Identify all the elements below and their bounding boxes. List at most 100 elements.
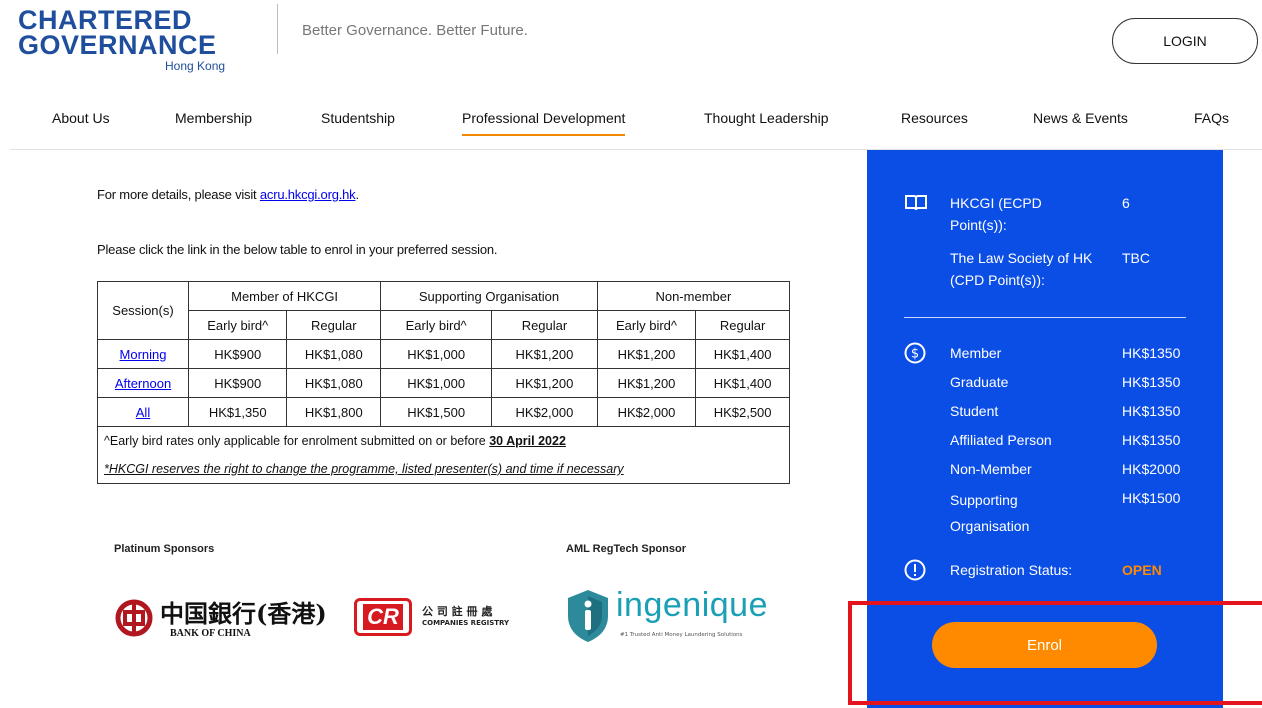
cpd-value-hkcgi: 6 (1122, 195, 1130, 211)
boc-emblem-icon (115, 599, 153, 637)
fee-cell: HK$1,200 (596, 339, 697, 369)
note1-prefix: ^Early bird rates only applicable for en… (104, 434, 490, 448)
fee-cell: HK$2,000 (596, 397, 697, 427)
fee-cell: HK$1,080 (286, 368, 382, 398)
nav-item-membership[interactable]: Membership (175, 110, 252, 126)
subheader: Regular (286, 310, 382, 340)
dollar-icon: $ (904, 342, 926, 364)
fee-cell: HK$1,200 (491, 368, 598, 398)
header-group: Member of HKCGI (187, 281, 382, 311)
boc-chinese-name: 中国銀行(香港) (160, 599, 327, 628)
fee-label: Supporting Organisation (950, 492, 1030, 534)
fee-cell: HK$1,350 (187, 397, 288, 427)
nav-item-about-us[interactable]: About Us (52, 110, 110, 126)
platinum-sponsors-label: Platinum Sponsors (114, 543, 215, 555)
fee-cell: HK$1,200 (491, 339, 598, 369)
site-logo[interactable]: CHARTERED GOVERNANCE Hong Kong (18, 6, 258, 80)
cpd-label-law-society: The Law Society of HK (CPD Point(s)): (950, 250, 1093, 288)
fee-cell: HK$1,400 (695, 339, 790, 369)
nav-item-news-events[interactable]: News & Events (1033, 110, 1128, 126)
logo-line-2: GOVERNANCE (18, 30, 217, 60)
ingenique-shield-icon (568, 590, 608, 642)
header-group: Supporting Organisation (380, 281, 598, 311)
cr-badge-icon: CR (354, 598, 412, 636)
fee-cell: HK$1,000 (380, 368, 493, 398)
session-link-afternoon[interactable]: Afternoon (115, 376, 171, 391)
header-group: Non-member (596, 281, 791, 311)
table-note-row: *HKCGI reserves the right to change the … (97, 455, 790, 484)
fee-cell: HK$1,080 (286, 339, 382, 369)
fee-cell: HK$1,000 (380, 339, 493, 369)
fee-cell: HK$1,400 (695, 368, 790, 398)
cr-letters: CR (363, 604, 403, 630)
table-header-row: Session(s) Member of HKCGI Supporting Or… (97, 281, 791, 340)
nav-item-professional-development[interactable]: Professional Development (462, 110, 626, 136)
note2-text: *HKCGI reserves the right to change the … (104, 462, 624, 476)
ingenique-name: ingenique (616, 586, 768, 624)
fee-cell: HK$1,200 (596, 368, 697, 398)
subheader: Early bird^ (187, 310, 288, 340)
fee-cell: HK$2,000 (491, 397, 598, 427)
fee-cell: HK$2,500 (695, 397, 790, 427)
cpd-label-hkcgi: HKCGI (ECPD Point(s)): (950, 195, 1042, 233)
fee-label: Non-Member (950, 461, 1032, 477)
boc-english-name: BANK OF CHINA (170, 628, 251, 639)
nav-item-studentship[interactable]: Studentship (321, 110, 395, 126)
exclamation-icon (904, 559, 926, 581)
svg-text:$: $ (911, 347, 919, 362)
ingenique-tagline: #1 Trusted Anti Money Laundering Solutio… (620, 632, 743, 638)
details-link[interactable]: acru.hkcgi.org.hk (260, 187, 356, 202)
nav-item-faqs[interactable]: FAQs (1194, 110, 1229, 126)
companies-registry-logo[interactable]: CR 公 司 註 冊 處 COMPANIES REGISTRY (354, 598, 544, 638)
ingenique-logo[interactable]: ingenique #1 Trusted Anti Money Launderi… (566, 586, 778, 644)
table-row: Morning HK$900 HK$1,080 HK$1,000 HK$1,20… (97, 339, 790, 369)
table-row: Afternoon HK$900 HK$1,080 HK$1,000 HK$1,… (97, 368, 790, 398)
fee-cell: HK$900 (187, 368, 288, 398)
cpd-value-law-society: TBC (1122, 250, 1150, 266)
login-button[interactable]: LOGIN (1112, 18, 1258, 64)
nav-item-resources[interactable]: Resources (901, 110, 968, 126)
table-note-row: ^Early bird rates only applicable for en… (97, 426, 790, 455)
details-text: For more details, please visit acru.hkcg… (97, 187, 359, 202)
enrol-instruction: Please click the link in the below table… (97, 242, 498, 257)
fee-cell: HK$1,500 (380, 397, 493, 427)
table-subheader-row: Early bird^ Regular Early bird^ Regular … (98, 310, 790, 340)
fee-value: HK$1350 (1122, 374, 1181, 390)
subheader: Early bird^ (380, 310, 493, 340)
panel-divider (904, 317, 1186, 318)
fee-value: HK$1350 (1122, 403, 1181, 419)
details-suffix: . (355, 187, 359, 202)
details-prefix: For more details, please visit (97, 187, 260, 202)
fee-value: HK$1350 (1122, 345, 1181, 361)
fee-cell: HK$900 (187, 339, 288, 369)
tagline: Better Governance. Better Future. (302, 22, 528, 39)
cr-chinese-name: 公 司 註 冊 處 (422, 605, 493, 618)
session-link-all[interactable]: All (136, 405, 150, 420)
enrol-highlight-box (848, 601, 1262, 705)
registration-status-value: OPEN (1122, 562, 1162, 578)
note1-date: 30 April 2022 (489, 434, 566, 448)
subheader: Regular (695, 310, 790, 340)
book-icon (905, 195, 927, 211)
nav-item-thought-leadership[interactable]: Thought Leadership (704, 110, 829, 126)
fee-label: Student (950, 403, 999, 419)
aml-sponsor-label: AML RegTech Sponsor (566, 543, 686, 555)
fee-cell: HK$1,800 (286, 397, 382, 427)
fee-table: Session(s) Member of HKCGI Supporting Or… (97, 281, 791, 484)
main-nav: About Us Membership Studentship Professi… (0, 110, 1262, 136)
bank-of-china-logo[interactable]: 中国銀行(香港) BANK OF CHINA (114, 594, 346, 646)
subheader: Early bird^ (596, 310, 697, 340)
subheader: Regular (491, 310, 598, 340)
logo-line-3: Hong Kong (165, 59, 226, 73)
header-session: Session(s) (97, 281, 189, 340)
fee-label: Member (950, 345, 1002, 361)
cr-english-name: COMPANIES REGISTRY (422, 619, 510, 627)
session-link-morning[interactable]: Morning (120, 347, 167, 362)
disclaimer-note: *HKCGI reserves the right to change the … (97, 455, 790, 484)
header-divider (277, 4, 278, 54)
fee-value: HK$1350 (1122, 432, 1181, 448)
early-bird-note: ^Early bird rates only applicable for en… (97, 426, 790, 455)
fee-label: Affiliated Person (950, 432, 1052, 448)
fee-value: HK$1500 (1122, 490, 1181, 506)
fee-value: HK$2000 (1122, 461, 1181, 477)
